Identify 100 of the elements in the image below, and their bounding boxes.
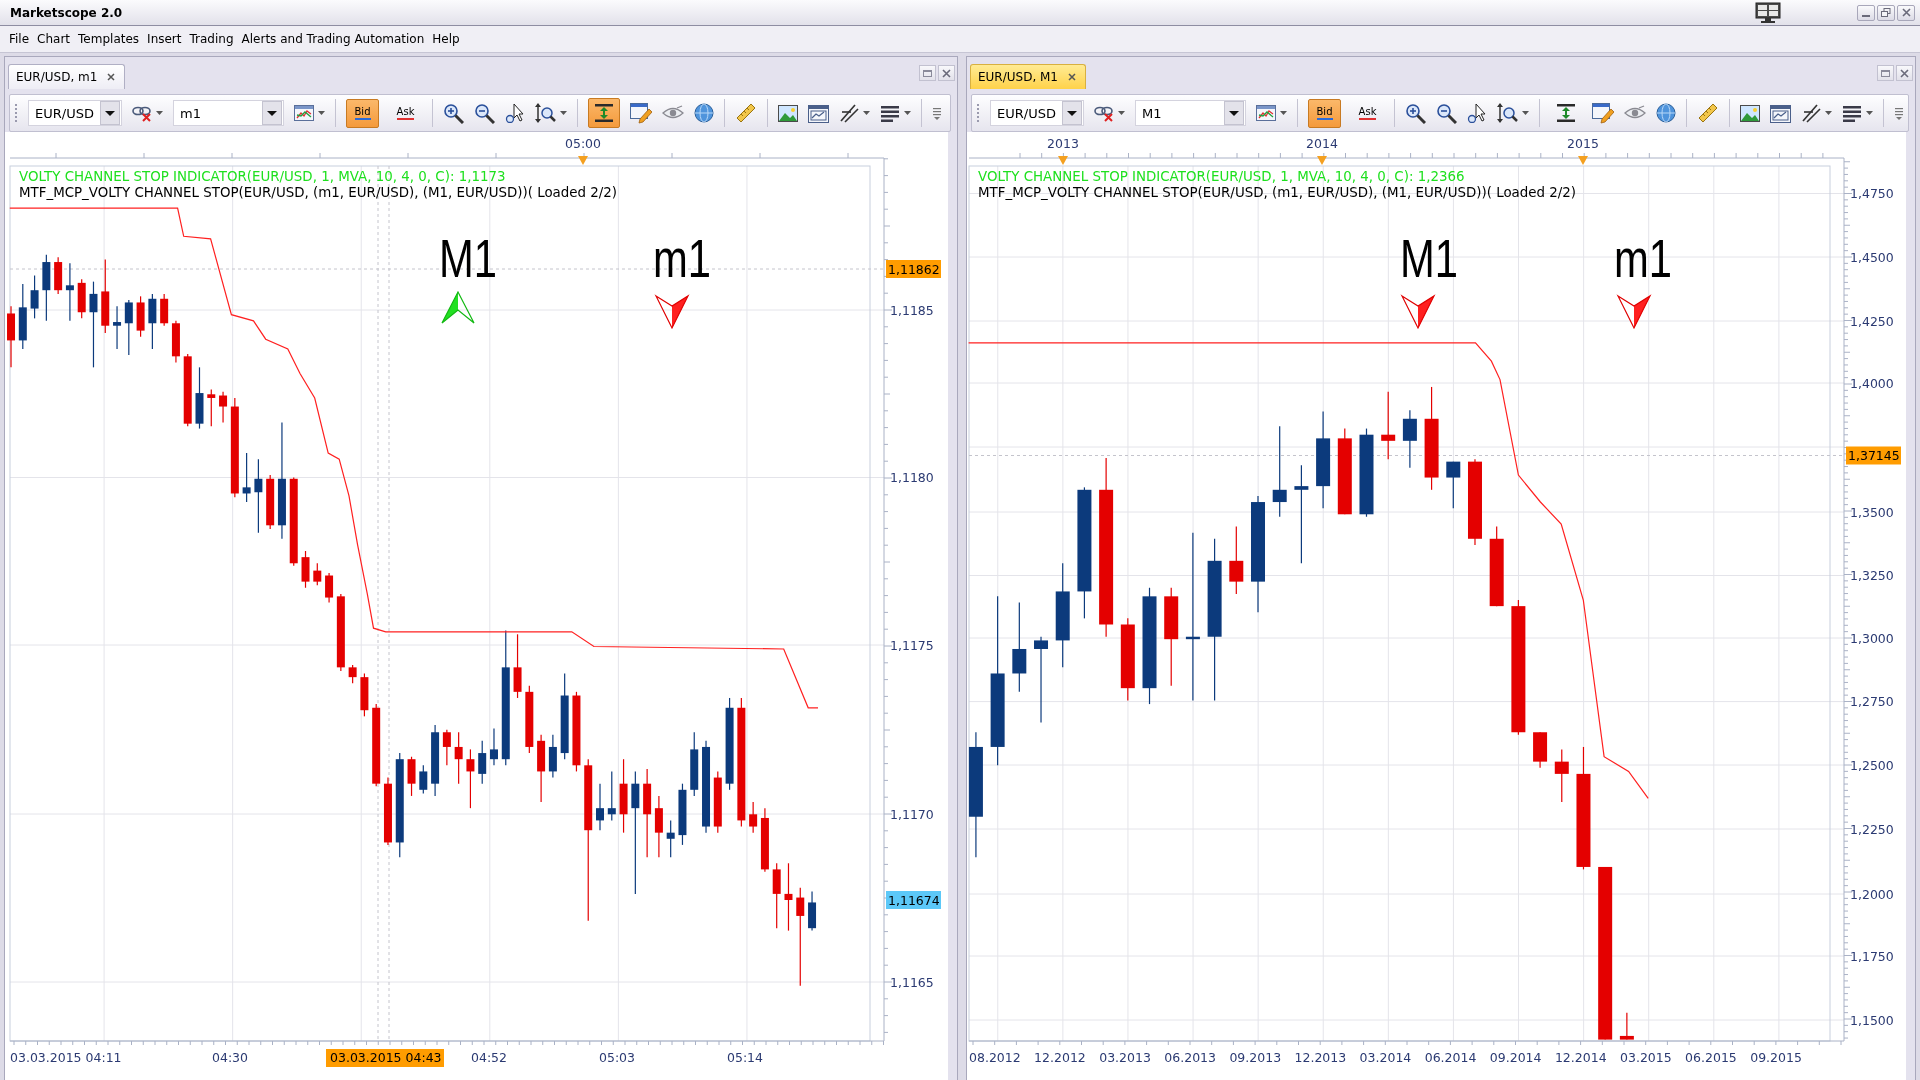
time-axis-label: 04:30 [212,1050,249,1065]
menu-item[interactable]: File [9,30,30,48]
menu-item[interactable]: Help [432,30,460,48]
close-icon[interactable] [107,73,116,81]
caret-icon[interactable] [1866,111,1873,115]
price-axis-label: 1,4500 [1850,249,1894,265]
time-axis-label: 09.2013 [1229,1050,1282,1065]
price-axis-label: 1,3250 [1850,568,1894,583]
chart-window-icon[interactable] [808,103,829,123]
caret-icon[interactable] [904,111,911,115]
price-axis-label: 1,2500 [1850,757,1894,773]
indicator-legend: VOLTY CHANNEL STOP INDICATOR(EUR/USD, 1, MVA, 10, 4, 0, C): 1,1173 [19,169,506,184]
price-axis-label: 1,2250 [1850,821,1894,837]
price-axis-label: 1,1175 [890,637,934,653]
timeframe-label: M1 [1400,228,1475,288]
chart-tab[interactable]: EUR/USD, m1 [8,64,126,89]
globe-icon[interactable] [1656,103,1676,123]
caret-icon[interactable] [1522,111,1529,115]
chart-tab[interactable]: EUR/USD, M1 [970,64,1086,89]
list-icon[interactable] [1842,103,1862,123]
price-axis-label: 1,1185 [890,302,934,318]
line-chart-icon[interactable] [294,104,314,122]
minimize-button[interactable] [1857,4,1875,21]
timeframe-dropdown[interactable]: M1 [1135,100,1246,126]
caret-icon[interactable] [318,111,325,115]
zoom-in-icon[interactable] [443,102,464,124]
cursor-icon[interactable] [505,103,524,123]
line-tools-icon[interactable] [1801,103,1821,123]
chain-link-icon[interactable] [1094,104,1114,122]
symbol-dropdown[interactable]: EUR/USD [990,100,1084,126]
overflow-icon[interactable] [1894,105,1904,121]
menu-item[interactable]: Alerts and Trading Automation [241,30,425,48]
triangle-marker-icon [578,156,588,165]
price-tag: 1,11862 [886,260,941,278]
menu-item[interactable]: Chart [37,30,71,48]
close-icon[interactable] [1901,8,1911,17]
maximize-button[interactable] [1877,65,1894,81]
maximize-button[interactable] [919,65,936,81]
indicator-legend: MTF_MCP_VOLTY CHANNEL STOP(EUR/USD, (m1, EUR/USD), (M1, EUR/USD))( Loaded 2/2) [978,185,1577,200]
picture-icon[interactable] [1740,104,1760,122]
timeframe-dropdown[interactable]: m1 [173,100,284,126]
price-axis-label: 1,4250 [1850,313,1894,329]
time-axis-label: 2014 [1306,136,1338,151]
close-button[interactable] [1896,65,1913,81]
indicator-legend: MTF_MCP_VOLTY CHANNEL STOP(EUR/USD, (m1, EUR/USD), (M1, EUR/USD))( Loaded 2/2) [19,185,618,200]
globe-icon[interactable] [694,103,714,123]
time-axis-label: 2013 [1047,136,1079,151]
caret-icon[interactable] [1280,111,1287,115]
time-axis-label: 12.2013 [1294,1050,1347,1065]
line-tools-icon[interactable] [839,103,859,123]
ruler-icon[interactable] [1697,102,1719,124]
menu-item[interactable]: Insert [147,30,182,48]
triangle-marker-icon [1058,156,1068,165]
chart-window-icon[interactable] [1770,103,1791,123]
price-type-button[interactable]: Bid [1308,98,1341,128]
time-axis-label: 06.2015 [1685,1050,1737,1065]
time-axis-label: 03.2014 [1359,1050,1412,1065]
overflow-icon[interactable] [932,105,942,121]
menu-item[interactable]: Templates [78,30,140,48]
price-type-button[interactable]: Ask [1351,98,1384,128]
vertical-zoom-icon[interactable] [1496,102,1518,124]
window-pencil-icon[interactable] [1592,102,1614,124]
caret-icon[interactable] [863,111,870,115]
chain-link-icon[interactable] [132,104,152,122]
restore-button[interactable] [1877,4,1895,21]
close-icon[interactable] [1068,73,1076,81]
ruler-icon[interactable] [735,102,757,124]
list-icon[interactable] [880,103,900,123]
line-chart-icon[interactable] [1256,104,1276,122]
price-type-button[interactable]: Ask [389,98,422,128]
restore-icon[interactable] [1881,8,1891,17]
zoom-out-icon[interactable] [474,102,495,124]
price-axis-label: 1,4750 [1850,186,1894,201]
zoom-in-icon[interactable] [1405,102,1426,124]
maximize-icon[interactable] [923,69,932,77]
close-button[interactable] [938,65,955,81]
eye-icon[interactable] [1624,105,1646,121]
price-type-button[interactable]: Bid [346,98,379,128]
eye-icon[interactable] [662,105,684,121]
cursor-icon[interactable] [1467,103,1486,123]
monitor-icon[interactable] [1755,1,1781,24]
vertical-zoom-icon[interactable] [534,102,556,124]
grip-handle-icon[interactable] [14,103,18,123]
symbol-dropdown[interactable]: EUR/USD [28,100,122,126]
grip-handle-icon[interactable] [976,103,980,123]
maximize-icon[interactable] [1881,69,1890,77]
caret-icon[interactable] [560,111,567,115]
zoom-out-icon[interactable] [1436,102,1457,124]
caret-icon[interactable] [1825,111,1832,115]
caret-icon[interactable] [1118,111,1125,115]
close-icon[interactable] [1900,68,1909,78]
window-pencil-icon[interactable] [630,102,652,124]
caret-icon[interactable] [156,111,163,115]
close-button[interactable] [1897,4,1915,21]
time-axis-label: 08.2012 [969,1050,1021,1065]
crosshair-time-label: 03.03.2015 04:43 [326,1049,444,1067]
window-title: Marketscope 2.0 [10,5,123,20]
picture-icon[interactable] [778,104,798,122]
close-icon[interactable] [942,68,951,78]
menu-item[interactable]: Trading [189,30,234,48]
